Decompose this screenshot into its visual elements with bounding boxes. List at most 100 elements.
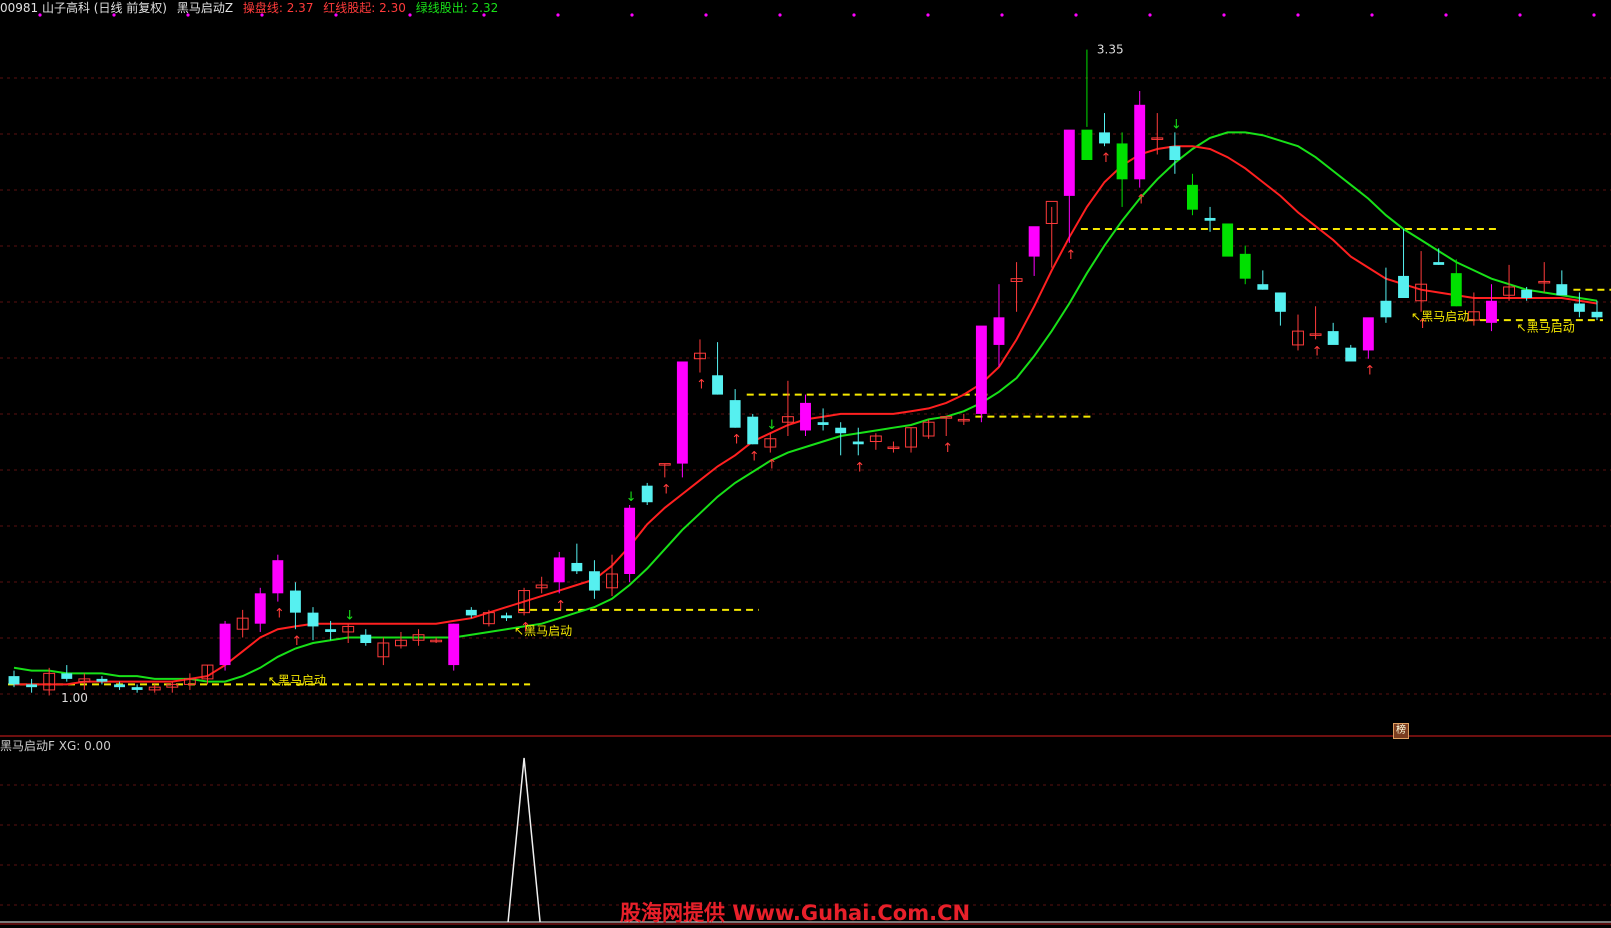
- candle-body: [1521, 289, 1533, 298]
- top-dot: [1148, 13, 1152, 17]
- candle-body: [360, 634, 372, 643]
- candle-body: [272, 560, 284, 594]
- candle-body: [325, 629, 337, 632]
- high-price-label: 3.35: [1097, 43, 1124, 57]
- candle-body: [1398, 275, 1409, 298]
- candle-body: [1204, 217, 1216, 221]
- candle-body: [835, 427, 847, 434]
- candle-body: [588, 571, 600, 591]
- candle-body: [1222, 223, 1234, 257]
- buy-arrow: ↑: [291, 634, 302, 649]
- top-dot: [1000, 13, 1004, 17]
- candle-body: [676, 361, 688, 464]
- buy-arrow: ↑: [1136, 193, 1147, 208]
- candle-body: [307, 612, 319, 627]
- buy-arrow: ↑: [731, 433, 742, 448]
- top-dot: [926, 13, 930, 17]
- indicator-name[interactable]: 黑马启动Z: [177, 1, 233, 15]
- candle-body: [1345, 347, 1357, 362]
- buy-arrow: ↑: [555, 598, 566, 613]
- candle-body: [641, 485, 653, 503]
- candle-body: [26, 684, 38, 688]
- top-dot: [704, 13, 708, 17]
- sell-arrow: ↓: [344, 609, 355, 624]
- candle-body: [817, 422, 829, 425]
- candle-body: [1450, 273, 1462, 307]
- sell-arrow: ↓: [766, 418, 777, 433]
- buy-arrow: ↑: [1065, 248, 1076, 263]
- candle-body: [1573, 303, 1585, 312]
- signal-label: ↖黑马启动: [268, 674, 326, 688]
- main-header: 00981 山子高科 (日线 前复权) 黑马启动Z 操盘线: 2.37 红线股起…: [0, 0, 504, 18]
- line3-label: 绿线股出: 2.32: [415, 1, 499, 15]
- sub-indicator-name[interactable]: 黑马启动F: [0, 739, 55, 753]
- candle-body: [219, 623, 231, 666]
- candle-body: [96, 678, 108, 682]
- candle-body: [1274, 292, 1286, 312]
- candle-body: [1257, 284, 1269, 290]
- candle-body: [448, 623, 460, 666]
- candle-body: [254, 593, 266, 624]
- xg-value: XG: 0.00: [58, 739, 111, 753]
- watermark: 股海网提供 Www.Guhai.Com.CN: [620, 901, 971, 925]
- stock-title: 00981 山子高科 (日线 前复权): [0, 1, 167, 15]
- buy-arrow: ↑: [749, 449, 760, 464]
- candle-body: [1099, 132, 1110, 144]
- candle-body: [131, 687, 143, 690]
- candle-body: [289, 590, 301, 613]
- candle-body: [1556, 284, 1568, 296]
- candle-body: [1187, 184, 1198, 210]
- candle-body: [553, 557, 565, 583]
- candle-body: [712, 375, 724, 395]
- candle-body: [1134, 104, 1146, 180]
- candle-body: [624, 507, 636, 574]
- candle-body: [1028, 226, 1040, 257]
- top-dot: [1296, 13, 1300, 17]
- top-dot: [1074, 13, 1078, 17]
- buy-arrow: ↑: [766, 458, 777, 473]
- candle-body: [1380, 300, 1392, 318]
- top-dot: [1444, 13, 1448, 17]
- candle-body: [747, 416, 759, 445]
- candle-body: [61, 673, 73, 679]
- candle-body: [852, 441, 864, 445]
- line1-label: 操盘线: 2.37: [242, 1, 314, 15]
- candle-body: [1433, 262, 1445, 265]
- candle-body: [1327, 331, 1339, 345]
- sell-arrow: ↓: [626, 490, 637, 505]
- candle-body: [1591, 311, 1603, 318]
- top-dot: [556, 13, 560, 17]
- candle-body: [1081, 129, 1093, 160]
- buy-arrow: ↑: [696, 378, 707, 393]
- signal-label: ↖黑马启动: [1411, 309, 1469, 323]
- low-price-label: 1.00: [61, 691, 88, 705]
- buy-arrow: ↑: [854, 460, 865, 475]
- candle-body: [1486, 300, 1497, 323]
- candle-body: [975, 325, 987, 414]
- buy-arrow: ↑: [1312, 344, 1323, 359]
- top-dot: [1592, 13, 1596, 17]
- candle-body: [114, 684, 125, 688]
- top-dot: [1370, 13, 1374, 17]
- signal-label: ↖黑马启动: [1517, 320, 1575, 334]
- buy-arrow: ↑: [1364, 364, 1375, 379]
- top-dot: [1222, 13, 1226, 17]
- candle-body: [501, 615, 512, 619]
- buy-arrow: ↑: [942, 441, 953, 456]
- kline-chart[interactable]: ↑↑↑↑↑↑↑↑↑ ↑↑↑↑↑↑↑↑↓↓↓↓3.351.00↖黑马启动↖黑马启动↖…: [0, 0, 1611, 928]
- candle-body: [993, 317, 1005, 345]
- line2-label: 红线股起: 2.30: [323, 1, 406, 15]
- top-dot: [852, 13, 856, 17]
- candle-body: [8, 676, 20, 685]
- buy-arrow: ↑: [1101, 151, 1112, 166]
- candle-body: [1116, 143, 1128, 180]
- signal-label: ↖黑马启动: [514, 624, 572, 638]
- candle-body: [1169, 146, 1181, 160]
- rank-icon[interactable]: 榜: [1393, 723, 1409, 739]
- candle-body: [465, 609, 477, 616]
- buy-arrow: ↑: [274, 607, 285, 622]
- top-dot: [1518, 13, 1522, 17]
- xg-spike: [507, 757, 541, 923]
- top-dot: [630, 13, 634, 17]
- top-dot: [778, 13, 782, 17]
